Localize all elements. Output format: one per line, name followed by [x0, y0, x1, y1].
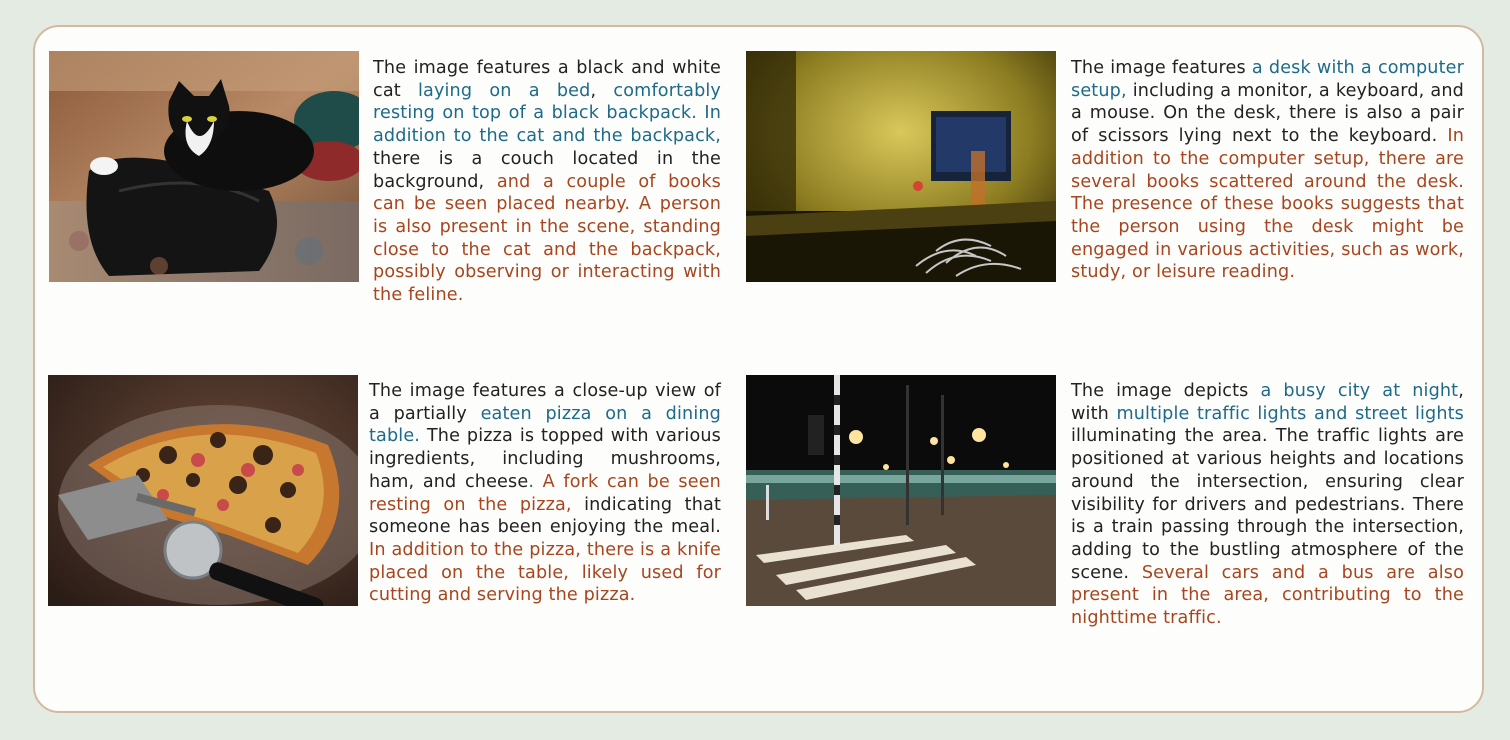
- caption-segment: illuminating the area. The traffic light…: [1071, 426, 1464, 583]
- city-night-photo: [746, 375, 1056, 606]
- caption-segment: multiple traffic lights and street light…: [1116, 403, 1465, 424]
- caption-segment: [534, 472, 543, 492]
- caption-segment: a busy city at night: [1260, 381, 1459, 401]
- cat-photo: [49, 51, 359, 282]
- caption-segment: In addition to the pizza, there is a kni…: [369, 539, 721, 606]
- caption-segment: In addition to the computer setup, there…: [1071, 126, 1464, 283]
- caption-pizza: The image features a close-up view of a …: [369, 380, 721, 607]
- pizza-photo: [48, 375, 358, 606]
- caption-segment: ,: [590, 80, 614, 101]
- caption-cat: The image features a black and white cat…: [373, 57, 721, 307]
- caption-segment: including a monitor, a keyboard, and a m…: [1071, 80, 1464, 147]
- caption-city: The image depicts a busy city at night, …: [1071, 380, 1464, 630]
- caption-segment: laying on a bed: [417, 80, 591, 101]
- desk-photo: [746, 51, 1056, 282]
- caption-desk: The image features a desk with a compute…: [1071, 57, 1464, 284]
- caption-segment: The image features: [1071, 58, 1252, 78]
- caption-segment: The image depicts: [1071, 381, 1261, 401]
